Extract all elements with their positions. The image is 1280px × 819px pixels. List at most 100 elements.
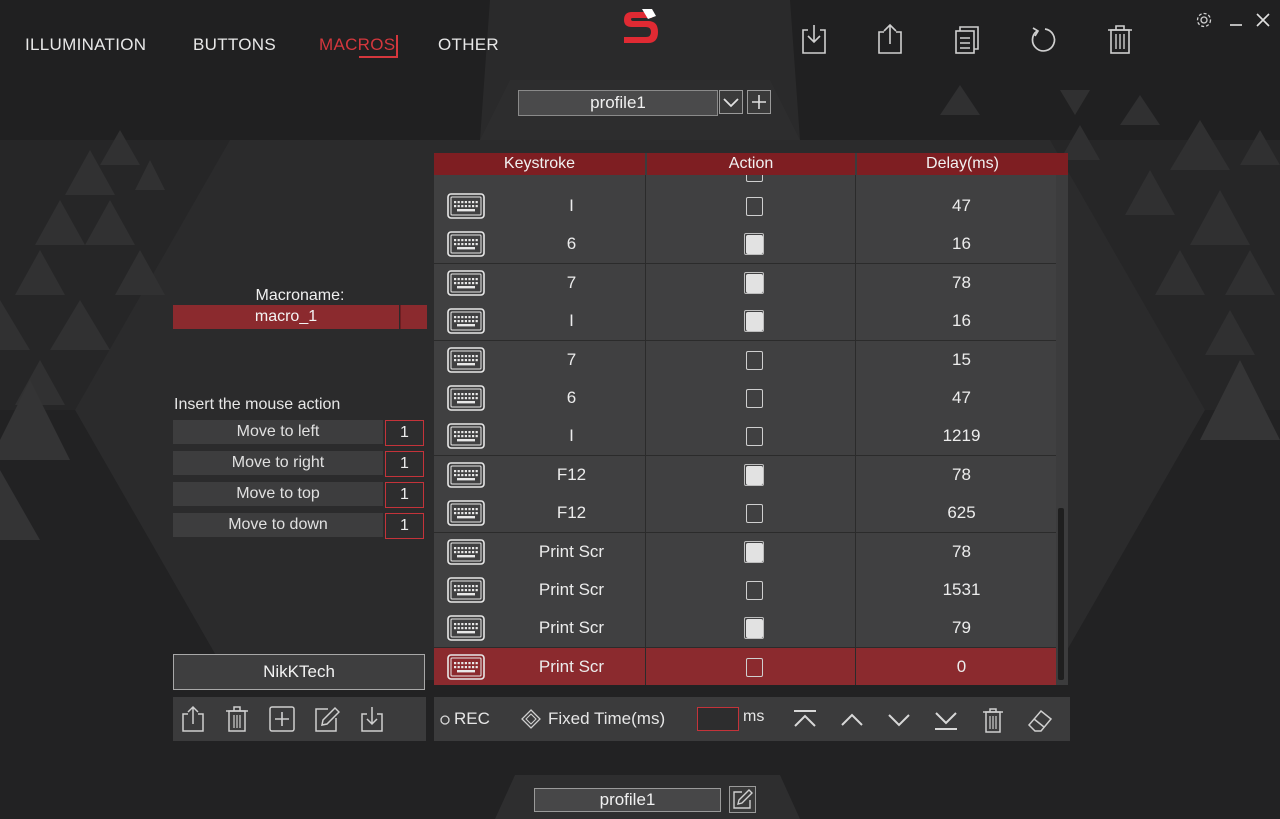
key-down-checkbox[interactable] [744,310,764,333]
key-up-checkbox[interactable] [746,389,763,408]
move-down-amount[interactable]: 1 [385,513,424,539]
macro-list-toolbar [173,697,426,741]
move-down-button[interactable]: Move to down [173,513,383,537]
tab-other[interactable]: OTHER [438,35,499,55]
delay-cell[interactable]: 78 [856,264,1067,302]
move-top-amount[interactable]: 1 [385,482,424,508]
delay-cell[interactable]: 78 [856,456,1067,494]
key-up-checkbox[interactable] [746,657,763,677]
keyboard-icon [447,346,485,373]
tab-macros[interactable]: MACROS [319,35,399,58]
table-row[interactable]: F12 625 [434,494,1056,534]
keyboard-icon [447,577,485,603]
move-right-button[interactable]: Move to right [173,451,383,475]
rename-profile-button[interactable] [729,786,756,813]
delete-icon[interactable] [1105,22,1135,56]
export-macro-icon[interactable] [180,705,206,733]
table-row[interactable]: 7 15 [434,340,1056,380]
key-up-checkbox[interactable] [746,197,763,216]
keyboard-icon [447,193,485,219]
settings-icon[interactable] [1194,10,1214,30]
fixed-time-toggle-icon[interactable] [521,709,541,729]
keystroke-cell: I [569,196,574,215]
chevron-down-icon [723,98,739,108]
delay-cell[interactable]: 1219 [856,417,1067,455]
table-row[interactable]: Print Scr 79 [434,609,1056,649]
table-scrollbar[interactable] [1058,508,1064,680]
keystroke-cell: F12 [556,503,587,523]
table-row[interactable]: Print Scr 1531 [434,571,1056,610]
fixed-time-label: Fixed Time(ms) [548,709,666,728]
delay-cell[interactable]: 1531 [856,571,1067,609]
move-up-icon[interactable] [838,707,866,733]
move-left-button[interactable]: Move to left [173,420,383,444]
keyboard-icon [447,423,485,450]
add-profile-button[interactable] [747,90,771,114]
delete-event-icon[interactable] [979,707,1007,733]
table-row[interactable]: 6 16 [434,225,1056,265]
table-row[interactable]: 6 47 [434,379,1056,418]
close-icon[interactable] [1253,10,1273,30]
delay-cell[interactable]: 47 [856,187,1067,225]
move-left-amount[interactable]: 1 [385,420,424,446]
delay-cell[interactable]: 16 [856,302,1067,340]
macro-list-item[interactable]: NikKTech [173,654,425,690]
reset-icon[interactable] [1028,22,1058,56]
keyboard-icon [447,385,485,411]
minimize-icon[interactable] [1226,10,1246,30]
keyboard-icon [447,653,485,680]
table-header: Keystroke Action Delay(ms) [434,153,1068,175]
delay-cell[interactable]: 15 [856,341,1067,379]
macro-events-table: I 47 6 16 7 78 I 16 7 15 6 47 I 1219 F12 78 F12 625 Print … [434,153,1068,685]
fixed-time-input[interactable] [697,707,739,731]
tab-buttons[interactable]: BUTTONS [193,35,276,55]
move-top-button[interactable]: Move to top [173,482,383,506]
key-down-checkbox[interactable] [744,233,764,256]
key-up-checkbox[interactable] [746,504,763,524]
key-up-checkbox[interactable] [746,427,763,447]
column-header-delay: Delay(ms) [926,155,999,172]
clear-events-icon[interactable] [1026,707,1054,733]
delay-cell[interactable]: 47 [856,379,1067,417]
edit-macro-icon[interactable] [314,705,340,733]
key-down-checkbox[interactable] [744,271,764,294]
table-row[interactable]: Print Scr 78 [434,532,1056,572]
add-macro-icon[interactable] [269,705,295,733]
tab-illumination[interactable]: ILLUMINATION [25,35,146,55]
delay-cell[interactable]: 78 [856,533,1067,571]
keystroke-cell: Print Scr [538,618,605,638]
edit-icon [733,789,753,809]
key-up-checkbox[interactable] [746,581,763,600]
move-right-amount[interactable]: 1 [385,451,424,477]
import-macro-icon[interactable] [359,705,385,733]
rec-button[interactable]: REC [454,709,490,729]
mouse-action-title: Insert the mouse action [174,396,341,413]
table-row[interactable]: I 47 [434,187,1056,226]
delay-cell[interactable]: 0 [856,648,1067,685]
delay-cell[interactable]: 79 [856,609,1067,647]
table-row[interactable]: F12 78 [434,455,1056,495]
delay-cell[interactable]: 625 [856,494,1067,532]
copy-icon[interactable] [952,22,982,56]
macroname-side-segment [400,305,427,329]
table-row[interactable]: I 16 [434,302,1056,342]
key-up-checkbox[interactable] [746,350,763,370]
export-icon[interactable] [875,22,905,56]
profile-dropdown-button[interactable] [719,90,743,114]
import-icon[interactable] [799,22,829,56]
key-down-checkbox[interactable] [744,540,764,563]
move-to-bottom-icon[interactable] [932,707,960,733]
key-down-checkbox[interactable] [744,617,764,640]
keystroke-cell: 6 [566,234,577,254]
profile-select[interactable]: profile1 [518,90,718,116]
table-row[interactable]: Print Scr 0 [434,647,1056,685]
table-row[interactable]: 7 78 [434,263,1056,303]
keyboard-icon [447,269,485,296]
table-row[interactable]: I 1219 [434,417,1056,457]
move-to-top-icon[interactable] [791,707,819,733]
macroname-input[interactable]: macro_1 [173,305,399,329]
delay-cell[interactable]: 16 [856,225,1067,263]
key-down-checkbox[interactable] [744,463,764,486]
delete-macro-icon[interactable] [224,705,250,733]
move-down-icon[interactable] [885,707,913,733]
